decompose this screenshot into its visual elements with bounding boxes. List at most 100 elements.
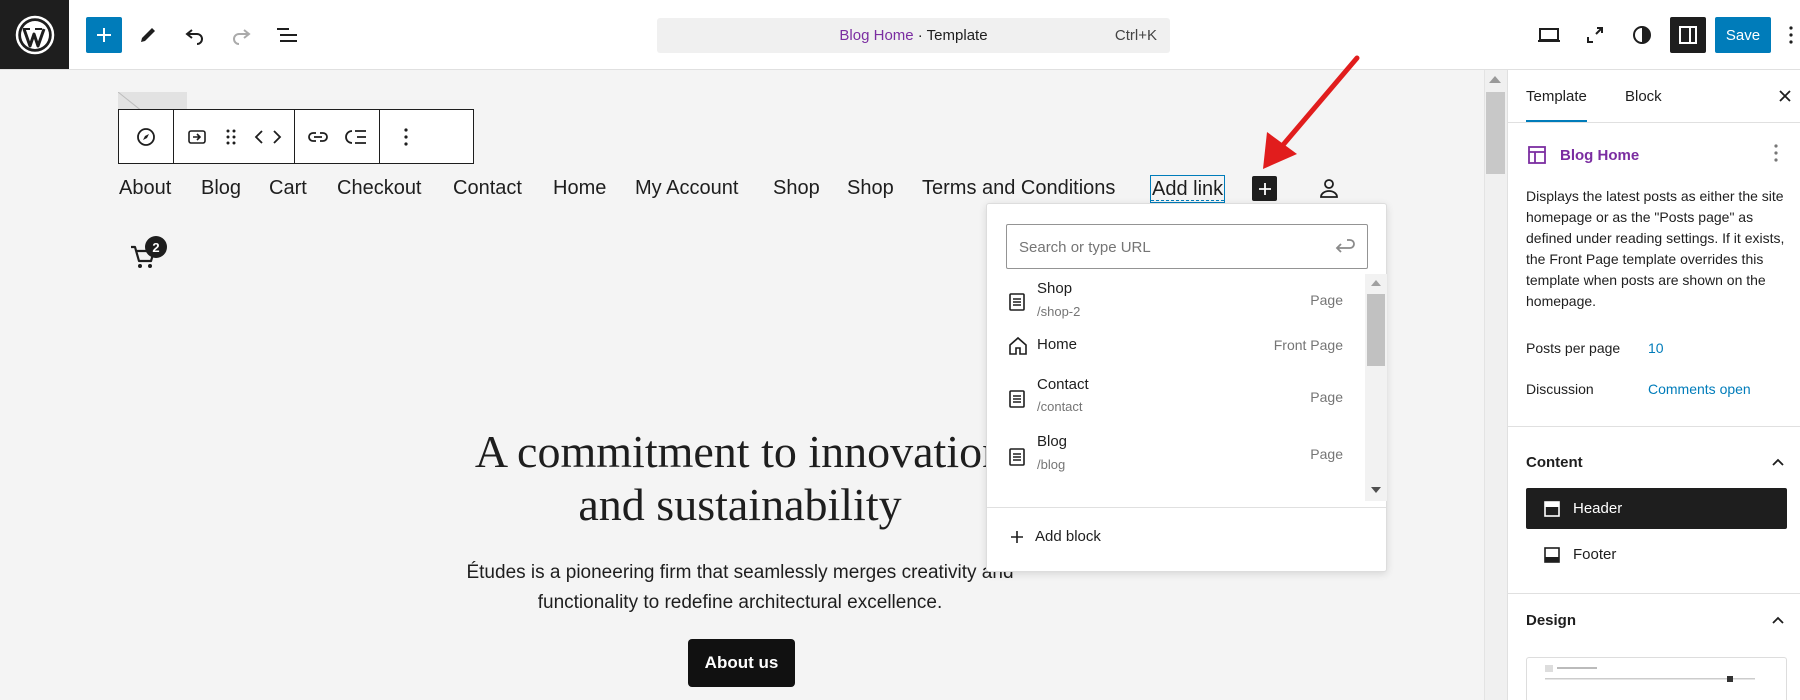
- suggestion-type: Page: [1310, 446, 1343, 462]
- navigation-icon[interactable]: [127, 110, 165, 163]
- nav-item-blog[interactable]: Blog: [201, 177, 241, 200]
- document-overview-button[interactable]: [269, 17, 305, 53]
- suggestions-scrollbar-thumb[interactable]: [1367, 294, 1385, 366]
- save-button[interactable]: Save: [1715, 17, 1771, 53]
- template-part-label: Footer: [1573, 546, 1617, 563]
- nav-item-my-account[interactable]: My Account: [635, 177, 738, 200]
- nav-item-cart[interactable]: Cart: [269, 177, 307, 200]
- scroll-down-arrow-icon[interactable]: [1371, 487, 1381, 493]
- page-icon: [1008, 292, 1026, 312]
- nav-item-shop[interactable]: Shop: [773, 177, 820, 200]
- header-part-icon: [1544, 500, 1560, 517]
- list-view-icon: [277, 28, 297, 42]
- options-icon[interactable]: [1789, 26, 1793, 44]
- drag-handle-icon[interactable]: [216, 110, 246, 163]
- redo-icon: [233, 29, 251, 45]
- submit-enter-icon[interactable]: [1333, 236, 1357, 258]
- nav-item-about[interactable]: About: [119, 177, 171, 200]
- design-panel-toggle[interactable]: Design: [1526, 612, 1576, 629]
- chevron-up-icon[interactable]: [1771, 615, 1785, 625]
- block-type-group: [119, 110, 174, 163]
- url-search-input[interactable]: [1019, 235, 1319, 259]
- command-palette-button[interactable]: Blog Home · Template Ctrl+K: [657, 18, 1170, 53]
- discussion-label: Discussion: [1526, 381, 1594, 397]
- canvas-scrollbar-thumb[interactable]: [1486, 92, 1505, 174]
- content-panel-toggle[interactable]: Content: [1526, 454, 1583, 471]
- undo-icon: [185, 29, 203, 45]
- about-us-button[interactable]: About us: [688, 639, 795, 687]
- divider: [987, 507, 1386, 508]
- block-move-group: [174, 110, 295, 163]
- nav-item-checkout[interactable]: Checkout: [337, 177, 422, 200]
- annotation-arrow-icon: [1255, 54, 1365, 174]
- hero-description-line-2: functionality to redefine architectural …: [537, 592, 943, 613]
- scroll-up-arrow-icon[interactable]: [1371, 280, 1381, 286]
- desktop-icon: [1538, 28, 1560, 42]
- discussion-value[interactable]: Comments open: [1648, 381, 1751, 397]
- suggestion-type: Page: [1310, 292, 1343, 308]
- suggestion-item[interactable]: Contact /contact Page: [987, 373, 1365, 425]
- hero-description[interactable]: Études is a pioneering firm that seamles…: [420, 558, 1060, 618]
- add-block-button[interactable]: [86, 17, 122, 53]
- hero-description-line-1: Études is a pioneering firm that seamles…: [466, 562, 1014, 583]
- posts-per-page-label: Posts per page: [1526, 340, 1621, 356]
- suggestion-type: Front Page: [1273, 337, 1343, 353]
- cart-count-badge: 2: [145, 236, 167, 258]
- document-title: Blog Home · Template: [839, 27, 988, 44]
- shortcut-hint: Ctrl+K: [1114, 27, 1157, 44]
- suggestion-title: Contact: [1037, 376, 1089, 393]
- suggestion-path: /shop-2: [1037, 304, 1081, 319]
- account-icon[interactable]: [1318, 176, 1340, 200]
- chevron-up-icon[interactable]: [1771, 457, 1785, 467]
- home-icon: [1008, 336, 1028, 356]
- block-toolbar: [118, 109, 474, 164]
- footer-part-icon: [1544, 546, 1560, 563]
- tab-block[interactable]: Block: [1625, 88, 1662, 105]
- link-icon[interactable]: [299, 110, 337, 163]
- more-group: [380, 110, 432, 163]
- nav-item-contact[interactable]: Contact: [453, 177, 522, 200]
- settings-sidebar: Template Block Blog Home Displays the la…: [1507, 70, 1800, 700]
- template-title: Blog Home: [1560, 146, 1640, 164]
- template-part-footer[interactable]: Footer: [1526, 534, 1787, 575]
- tools-button[interactable]: [130, 17, 166, 53]
- template-description: Displays the latest posts as either the …: [1526, 188, 1785, 309]
- settings-sidebar-button[interactable]: [1670, 17, 1706, 53]
- nav-add-item-button[interactable]: [1252, 176, 1277, 201]
- move-arrows-icon[interactable]: [246, 110, 290, 163]
- suggestion-item[interactable]: Blog /blog Page: [987, 431, 1365, 483]
- nav-item-home[interactable]: Home: [553, 177, 606, 200]
- url-search-field[interactable]: [1006, 224, 1368, 269]
- add-link-item[interactable]: Add link: [1150, 175, 1226, 203]
- wordpress-logo-icon[interactable]: [0, 0, 69, 69]
- more-options-icon[interactable]: [387, 110, 425, 163]
- suggestion-path: /blog: [1037, 457, 1066, 472]
- add-block-label: Add block: [1035, 528, 1101, 545]
- plus-icon: [1011, 530, 1023, 543]
- more-options-icon[interactable]: [1774, 144, 1778, 162]
- link-suggestions-list: Shop /shop-2 Page Home Front Page Contac…: [987, 276, 1365, 501]
- add-block-link[interactable]: Add block: [1009, 528, 1101, 545]
- list-view-icon[interactable]: [337, 110, 375, 163]
- page-icon: [1008, 389, 1026, 409]
- link-control-popover: Shop /shop-2 Page Home Front Page Contac…: [986, 203, 1387, 572]
- redo-button[interactable]: [223, 17, 259, 53]
- tab-template[interactable]: Template: [1526, 88, 1587, 122]
- suggestion-title: Home: [1037, 336, 1078, 353]
- suggestion-title: Blog: [1037, 433, 1068, 450]
- submenu-icon[interactable]: [178, 110, 216, 163]
- suggestion-item[interactable]: Shop /shop-2 Page: [987, 276, 1365, 328]
- suggestion-type: Page: [1310, 389, 1343, 405]
- posts-per-page-value[interactable]: 10: [1648, 340, 1664, 356]
- close-icon[interactable]: [1776, 87, 1794, 105]
- contrast-icon: [1633, 26, 1651, 44]
- fullscreen-button[interactable]: [1577, 17, 1613, 53]
- styles-button[interactable]: [1624, 17, 1660, 53]
- design-preview-thumbnail[interactable]: [1526, 657, 1787, 700]
- undo-button[interactable]: [177, 17, 213, 53]
- nav-item-terms[interactable]: Terms and Conditions: [922, 177, 1115, 200]
- preview-button[interactable]: [1531, 17, 1567, 53]
- template-part-header[interactable]: Header: [1526, 488, 1787, 529]
- scroll-up-arrow-icon[interactable]: [1489, 76, 1501, 83]
- nav-item-shop-2[interactable]: Shop: [847, 177, 894, 200]
